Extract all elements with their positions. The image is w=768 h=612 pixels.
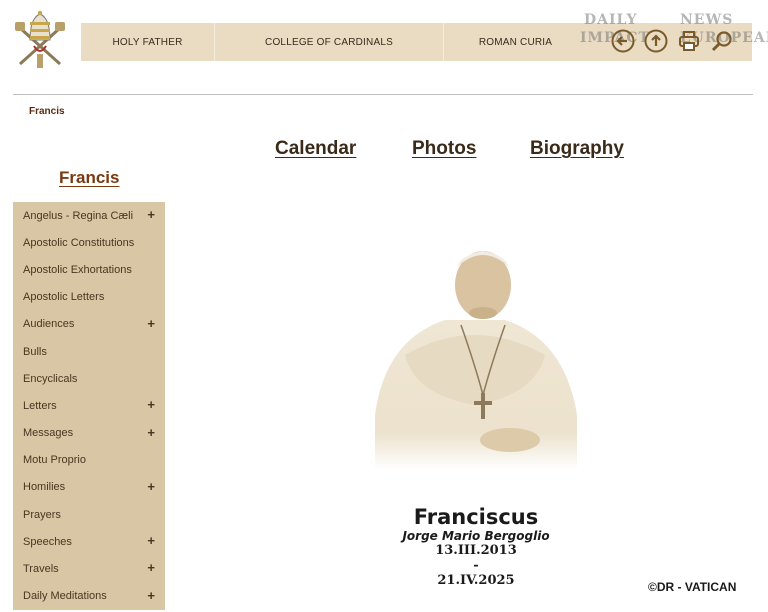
- expand-plus-icon[interactable]: +: [147, 479, 155, 494]
- pope-portrait-image: [365, 245, 585, 470]
- sidebar-item-label: Messages: [23, 427, 74, 440]
- caption-end-date: 21.IV.2025: [437, 573, 515, 588]
- nav-holy-father[interactable]: HOLY FATHER: [81, 23, 215, 61]
- caption-separator: -: [473, 558, 479, 573]
- tab-photos[interactable]: Photos: [412, 138, 476, 160]
- sidebar-item-label: Angelus - Regina Cæli: [23, 209, 134, 222]
- toolbar: [610, 28, 735, 54]
- sidebar-item-label: Letters: [23, 399, 57, 412]
- sidebar-item-label: Apostolic Constitutions: [23, 236, 135, 249]
- nav-roman-curia[interactable]: ROMAN CURIA: [444, 23, 587, 61]
- caption-name: Franciscus: [413, 505, 539, 529]
- breadcrumb[interactable]: Francis: [29, 106, 65, 117]
- sidebar-item-angelus[interactable]: Angelus - Regina Cæli +: [13, 202, 165, 229]
- sidebar-item-apostolic-constitutions[interactable]: Apostolic Constitutions: [13, 229, 165, 256]
- sidebar-item-label: Audiences: [23, 318, 75, 331]
- tab-calendar[interactable]: Calendar: [275, 138, 356, 160]
- expand-plus-icon[interactable]: +: [147, 397, 155, 412]
- sidebar-item-travels[interactable]: Travels +: [13, 555, 165, 582]
- sidebar-item-label: Encyclicals: [23, 372, 78, 385]
- sidebar-item-speeches[interactable]: Speeches +: [13, 528, 165, 555]
- sidebar-item-homilies[interactable]: Homilies +: [13, 474, 165, 501]
- sidebar-item-label: Bulls: [23, 345, 47, 358]
- sidebar-item-label: Motu Proprio: [23, 454, 86, 467]
- photo-credit: ©DR - VATICAN: [648, 580, 737, 594]
- header-divider: [13, 94, 753, 95]
- sidebar-item-apostolic-exhortations[interactable]: Apostolic Exhortations: [13, 256, 165, 283]
- sidebar-item-label: Prayers: [23, 508, 61, 521]
- expand-plus-icon[interactable]: +: [147, 588, 155, 603]
- sidebar-item-label: Travels: [23, 563, 59, 576]
- back-arrow-icon[interactable]: [610, 28, 636, 54]
- caption-full-name: Jorge Mario Bergoglio: [402, 529, 550, 543]
- sidebar-item-label: Apostolic Exhortations: [23, 263, 132, 276]
- expand-plus-icon[interactable]: +: [147, 533, 155, 548]
- sidebar-menu: Angelus - Regina Cæli + Apostolic Constit…: [13, 202, 165, 610]
- up-arrow-icon[interactable]: [643, 28, 669, 54]
- papal-coat-of-arms-logo[interactable]: [12, 8, 68, 74]
- expand-plus-icon[interactable]: +: [147, 207, 155, 222]
- sidebar-item-label: Speeches: [23, 535, 72, 548]
- sidebar-item-label: Apostolic Letters: [23, 291, 105, 304]
- sidebar-item-apostolic-letters[interactable]: Apostolic Letters: [13, 284, 165, 311]
- sidebar-item-letters[interactable]: Letters +: [13, 392, 165, 419]
- portrait-caption: Franciscus Jorge Mario Bergoglio 13.III.…: [376, 505, 576, 588]
- sidebar-item-label: Homilies: [23, 481, 66, 494]
- expand-plus-icon[interactable]: +: [147, 560, 155, 575]
- sidebar-item-encyclicals[interactable]: Encyclicals: [13, 365, 165, 392]
- nav-college-of-cardinals[interactable]: COLLEGE OF CARDINALS: [215, 23, 444, 61]
- sidebar-item-daily-meditations[interactable]: Daily Meditations +: [13, 583, 165, 610]
- sidebar-item-audiences[interactable]: Audiences +: [13, 311, 165, 338]
- caption-start-date: 13.III.2013: [435, 543, 517, 558]
- print-icon[interactable]: [676, 28, 702, 54]
- sidebar-item-label: Daily Meditations: [23, 590, 107, 603]
- sidebar-item-bulls[interactable]: Bulls: [13, 338, 165, 365]
- tab-biography[interactable]: Biography: [530, 138, 624, 160]
- sidebar-item-motu-proprio[interactable]: Motu Proprio: [13, 447, 165, 474]
- sidebar-item-messages[interactable]: Messages +: [13, 420, 165, 447]
- expand-plus-icon[interactable]: +: [147, 425, 155, 440]
- section-tabs: Calendar Photos Biography: [0, 138, 768, 162]
- expand-plus-icon[interactable]: +: [147, 316, 155, 331]
- sidebar-title[interactable]: Francis: [59, 168, 119, 188]
- search-icon[interactable]: [709, 28, 735, 54]
- sidebar-item-prayers[interactable]: Prayers: [13, 501, 165, 528]
